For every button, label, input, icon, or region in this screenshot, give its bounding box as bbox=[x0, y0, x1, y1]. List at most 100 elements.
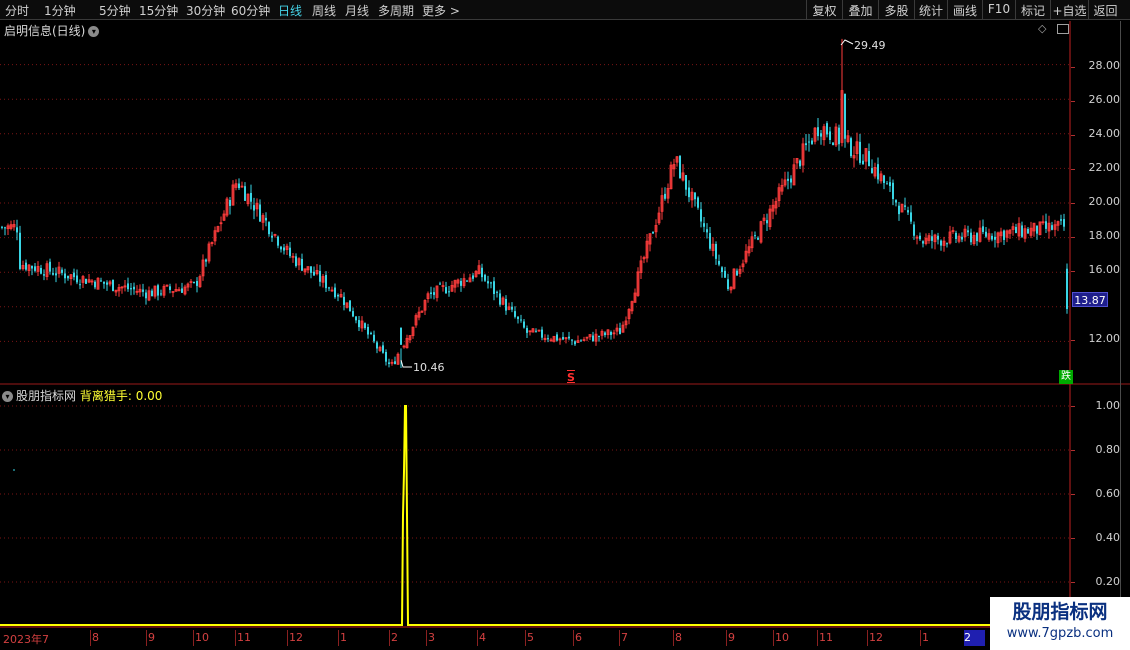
candle-body bbox=[382, 345, 384, 353]
candle-body bbox=[514, 311, 516, 317]
candle-body bbox=[250, 192, 252, 202]
candle-body bbox=[919, 235, 921, 240]
candle-body bbox=[913, 224, 915, 236]
ind-y-label: 1.00 bbox=[1095, 399, 1121, 412]
chevron-down-icon[interactable]: ▾ bbox=[2, 391, 13, 402]
candle-body bbox=[811, 140, 813, 144]
candle-body bbox=[754, 235, 756, 237]
candle-body bbox=[706, 229, 708, 233]
x-label: 4 bbox=[479, 631, 486, 644]
candle-body bbox=[652, 231, 654, 234]
candle-body bbox=[724, 270, 726, 278]
candle-body bbox=[535, 330, 537, 332]
candle-body bbox=[946, 243, 948, 245]
candle-body bbox=[328, 287, 330, 289]
candle-body bbox=[571, 339, 573, 341]
x-label: 10 bbox=[195, 631, 209, 644]
candle-body bbox=[289, 247, 291, 257]
x-label: 1 bbox=[340, 631, 347, 644]
candle-body bbox=[481, 267, 483, 278]
candle-body bbox=[931, 236, 933, 241]
candle-body bbox=[4, 227, 6, 229]
y-label: 16.00 bbox=[1088, 263, 1121, 276]
candle-body bbox=[238, 183, 240, 189]
candle-body bbox=[568, 336, 570, 339]
candle-body bbox=[43, 274, 45, 276]
candle-body bbox=[49, 261, 51, 272]
candle-body bbox=[259, 204, 261, 222]
candle-body bbox=[151, 290, 153, 297]
candle-body bbox=[499, 293, 501, 305]
candle-body bbox=[448, 291, 450, 293]
x-label: 2023年7 bbox=[3, 633, 49, 646]
candle-body bbox=[400, 327, 402, 345]
candle-body bbox=[85, 279, 87, 284]
candle-body bbox=[766, 220, 768, 224]
candle-body bbox=[580, 340, 582, 342]
x-label: 2 bbox=[391, 631, 398, 644]
candle-body bbox=[334, 287, 336, 298]
candle-body bbox=[982, 226, 984, 232]
ind-y-label: 0.40 bbox=[1095, 531, 1121, 544]
candle-body bbox=[562, 336, 564, 340]
candle-body bbox=[103, 281, 105, 284]
candle-body bbox=[619, 328, 621, 335]
candle-body bbox=[61, 269, 63, 273]
x-label: 10 bbox=[775, 631, 789, 644]
candle-body bbox=[142, 289, 144, 292]
y-label: 24.00 bbox=[1088, 127, 1121, 140]
candle-body bbox=[73, 272, 75, 278]
candle-body bbox=[364, 323, 366, 329]
candle-body bbox=[34, 266, 36, 271]
y-label: 20.00 bbox=[1088, 195, 1121, 208]
candle-body bbox=[844, 93, 846, 139]
candle-body bbox=[40, 267, 42, 274]
candle-body bbox=[685, 175, 687, 190]
x-label: 8 bbox=[92, 631, 99, 644]
indicator-value: 0.00 bbox=[135, 389, 163, 403]
candle-body bbox=[343, 296, 345, 305]
candle-body bbox=[193, 282, 195, 284]
candle-body bbox=[349, 300, 351, 312]
candle-body bbox=[994, 236, 996, 240]
candle-body bbox=[490, 282, 492, 284]
x-label: 11 bbox=[819, 631, 833, 644]
candle-body bbox=[358, 320, 360, 328]
candle-body bbox=[727, 279, 729, 290]
candle-body bbox=[433, 292, 435, 295]
candlestick-series bbox=[1, 38, 1068, 369]
candle-body bbox=[355, 316, 357, 321]
candle-body bbox=[94, 281, 96, 288]
candle-body bbox=[268, 222, 270, 235]
candle-body bbox=[556, 334, 558, 341]
candle-body bbox=[862, 160, 864, 164]
candle-body bbox=[970, 232, 972, 243]
candle-body bbox=[325, 274, 327, 289]
candle-body bbox=[895, 200, 897, 203]
ind-y-label: 0.80 bbox=[1095, 443, 1121, 456]
candle-body bbox=[445, 287, 447, 294]
candle-body bbox=[664, 193, 666, 199]
candle-body bbox=[922, 241, 924, 244]
candle-body bbox=[319, 271, 321, 282]
candle-body bbox=[523, 321, 525, 328]
x-label: 2 bbox=[964, 631, 971, 644]
candle-body bbox=[1, 226, 3, 228]
candle-body bbox=[961, 236, 963, 240]
candle-body bbox=[574, 341, 576, 345]
candle-body bbox=[376, 342, 378, 349]
candle-body bbox=[394, 361, 396, 365]
candle-body bbox=[907, 210, 909, 213]
candle-body bbox=[1066, 268, 1068, 310]
candle-body bbox=[859, 141, 861, 163]
x-label: 11 bbox=[237, 631, 251, 644]
y-label: 28.00 bbox=[1088, 59, 1121, 72]
candle-body bbox=[205, 259, 207, 262]
candle-body bbox=[169, 286, 171, 290]
candle-body bbox=[253, 205, 255, 211]
candle-body bbox=[337, 294, 339, 297]
candle-body bbox=[598, 335, 600, 337]
kline-chart[interactable] bbox=[0, 0, 1130, 650]
candle-body bbox=[229, 200, 231, 206]
signal-s-marker: S bbox=[567, 371, 575, 384]
